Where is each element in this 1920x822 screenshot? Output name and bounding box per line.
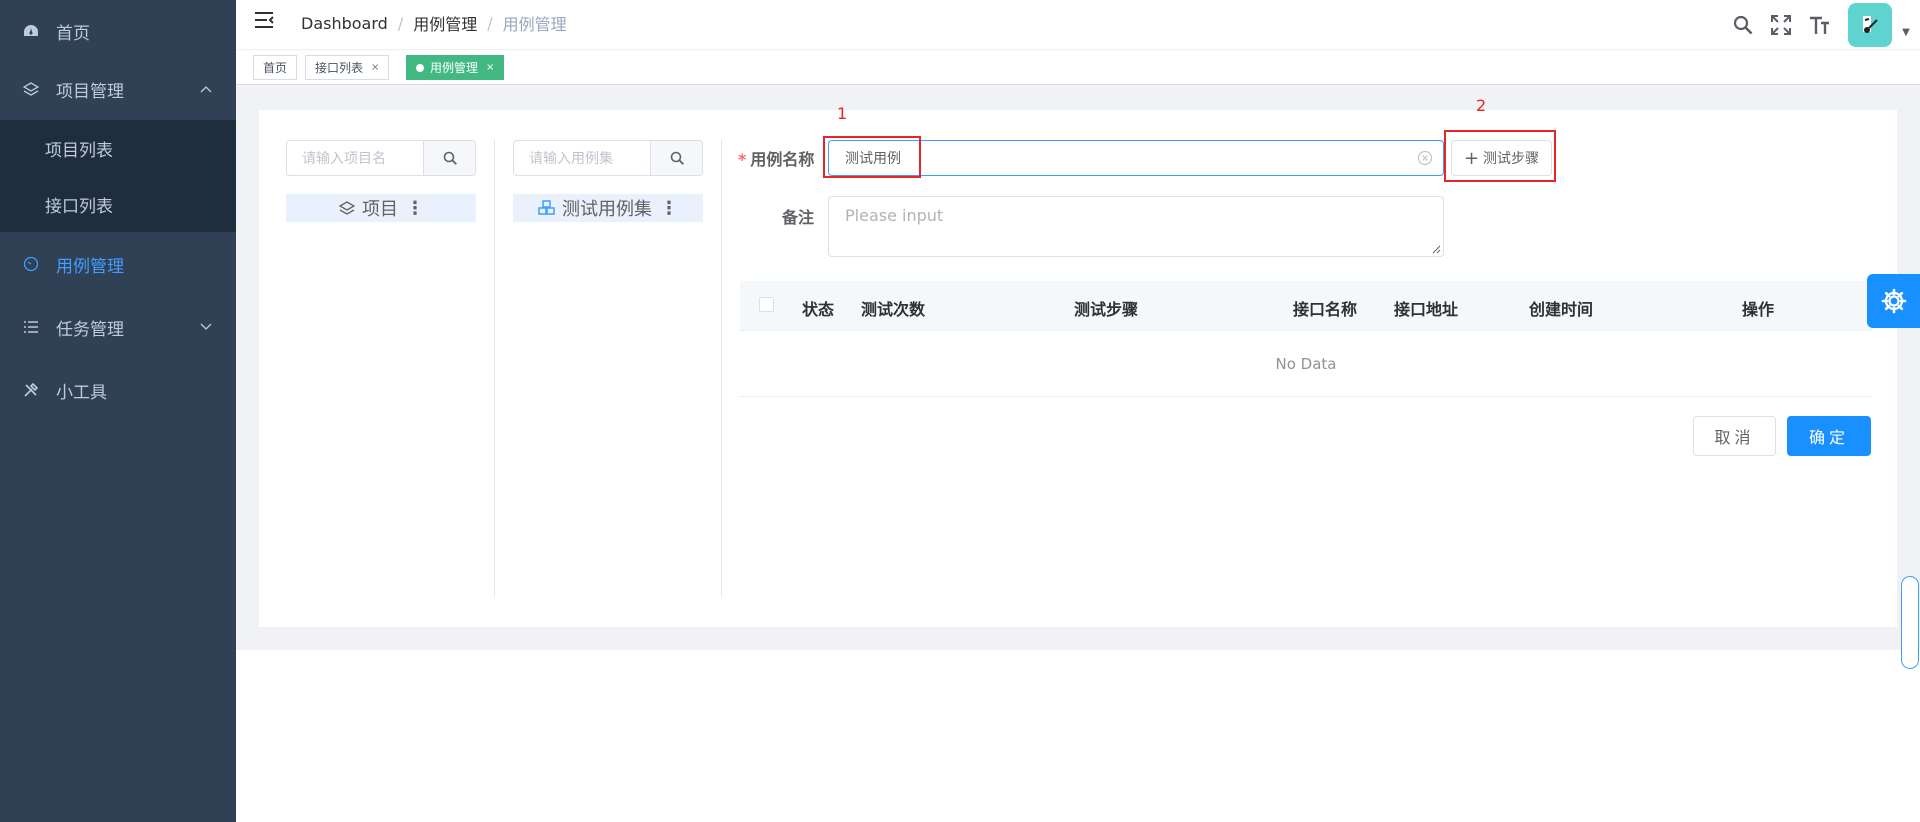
column-header: 状态 bbox=[802, 300, 835, 319]
clear-icon[interactable] bbox=[1417, 150, 1433, 166]
cancel-button[interactable]: 取消 bbox=[1693, 416, 1776, 456]
sidebar-item-label: 项目列表 bbox=[45, 140, 113, 161]
right-menu: ▼ bbox=[1724, 0, 1920, 50]
tree-node-label: 测试用例集 bbox=[562, 199, 652, 220]
table-empty: No Data bbox=[740, 331, 1872, 397]
sidebar-item-label: 小工具 bbox=[56, 382, 107, 403]
project-search-button[interactable] bbox=[423, 141, 475, 175]
more-icon[interactable]: ⋮ bbox=[660, 198, 678, 219]
column-header: 操作 bbox=[1742, 300, 1775, 319]
sidebar-item-label: 任务管理 bbox=[56, 319, 124, 340]
breadcrumb-item[interactable]: Dashboard bbox=[301, 14, 388, 33]
more-icon[interactable]: ⋮ bbox=[406, 198, 424, 219]
sidebar-item-tools[interactable]: 小工具 bbox=[0, 359, 236, 421]
gauge-icon bbox=[22, 255, 40, 273]
settings-button[interactable] bbox=[1867, 274, 1920, 328]
divider bbox=[494, 140, 495, 597]
close-icon[interactable]: × bbox=[486, 62, 494, 73]
sidebar-item-label: 项目管理 bbox=[56, 81, 124, 102]
required-mark: * bbox=[738, 150, 747, 169]
annotation-box-1 bbox=[823, 136, 921, 178]
tree-node-project[interactable]: 项目 ⋮ bbox=[286, 194, 476, 222]
sidebar-item-label: 首页 bbox=[56, 23, 90, 44]
column-header: 接口名称 bbox=[1293, 300, 1358, 319]
fullscreen-icon[interactable] bbox=[1762, 5, 1800, 45]
sidebar-item-case-management[interactable]: 用例管理 bbox=[0, 233, 236, 295]
search-icon[interactable] bbox=[1724, 5, 1762, 45]
font-size-icon[interactable] bbox=[1800, 5, 1838, 45]
case-name-label-text: 用例名称 bbox=[750, 150, 815, 169]
active-dot-icon bbox=[416, 63, 424, 72]
sidebar-item-label: 接口列表 bbox=[45, 196, 113, 217]
sidebar-item-project-list[interactable]: 项目列表 bbox=[0, 120, 236, 176]
list-icon bbox=[22, 318, 40, 336]
caseset-search-input[interactable]: 请输入用例集 bbox=[514, 141, 650, 175]
sidebar: 首页 项目管理 项目列表 接口列表 用例管理 任务管理 小工具 bbox=[0, 0, 236, 822]
gear-icon bbox=[1881, 288, 1906, 314]
sidebar-item-label: 用例管理 bbox=[56, 256, 124, 277]
column-header: 测试次数 bbox=[861, 300, 926, 319]
resize-grip-icon[interactable] bbox=[1431, 244, 1441, 254]
tag-home[interactable]: 首页 bbox=[253, 55, 298, 80]
cubes-icon bbox=[538, 200, 555, 215]
annotation-box-2 bbox=[1444, 130, 1556, 182]
tag-label: 用例管理 bbox=[430, 61, 479, 75]
breadcrumb-item: 用例管理 bbox=[502, 15, 567, 34]
chevron-up-icon bbox=[200, 82, 212, 96]
breadcrumb: Dashboard / 用例管理 / 用例管理 bbox=[301, 11, 567, 35]
tag-label: 接口列表 bbox=[315, 61, 364, 75]
avatar[interactable] bbox=[1848, 3, 1892, 47]
navbar: Dashboard / 用例管理 / 用例管理 ▼ bbox=[236, 0, 1920, 50]
caret-down-icon[interactable]: ▼ bbox=[1892, 13, 1920, 38]
case-name-label: * 用例名称 bbox=[738, 146, 814, 170]
tools-icon bbox=[22, 381, 40, 399]
remark-textarea[interactable]: Please input bbox=[828, 196, 1444, 257]
tree-node-label: 项目 bbox=[362, 199, 398, 220]
project-search-input[interactable]: 请输入项目名 bbox=[287, 141, 423, 175]
chevron-down-icon bbox=[200, 320, 212, 334]
layers-icon bbox=[338, 201, 356, 215]
sidebar-item-home[interactable]: 首页 bbox=[0, 0, 236, 62]
sidebar-item-api-list[interactable]: 接口列表 bbox=[0, 176, 236, 232]
close-icon[interactable]: × bbox=[371, 62, 379, 73]
dashboard-icon bbox=[22, 22, 40, 40]
tag-case-management[interactable]: 用例管理 × bbox=[406, 55, 505, 80]
breadcrumb-separator: / bbox=[397, 13, 404, 33]
remark-placeholder: Please input bbox=[845, 206, 944, 225]
tags-view: 首页 接口列表 × 用例管理 × bbox=[236, 51, 1920, 85]
search-icon bbox=[443, 151, 457, 165]
column-header: 接口地址 bbox=[1394, 300, 1459, 319]
tag-label: 首页 bbox=[263, 61, 288, 75]
select-all-checkbox[interactable] bbox=[759, 297, 774, 312]
annotation-number-2: 2 bbox=[1476, 96, 1487, 115]
column-header: 创建时间 bbox=[1529, 300, 1594, 319]
layers-icon bbox=[22, 80, 40, 98]
column-header: 测试步骤 bbox=[1074, 300, 1139, 319]
caseset-search-button[interactable] bbox=[650, 141, 702, 175]
sidebar-item-project-management[interactable]: 项目管理 bbox=[0, 58, 236, 120]
annotation-number-1: 1 bbox=[837, 104, 848, 123]
table-header: 状态 测试次数 测试步骤 接口名称 接口地址 创建时间 操作 bbox=[740, 281, 1872, 331]
breadcrumb-item[interactable]: 用例管理 bbox=[413, 11, 477, 35]
breadcrumb-separator: / bbox=[487, 13, 493, 33]
caseset-search: 请输入用例集 bbox=[513, 140, 703, 176]
tree-node-caseset[interactable]: 测试用例集 ⋮ bbox=[513, 194, 703, 222]
submenu: 项目列表 接口列表 bbox=[0, 120, 236, 232]
scrollbar[interactable] bbox=[1901, 576, 1919, 669]
confirm-button[interactable]: 确定 bbox=[1787, 416, 1871, 456]
search-icon bbox=[670, 151, 684, 165]
sidebar-item-task-management[interactable]: 任务管理 bbox=[0, 296, 236, 358]
tag-api-list[interactable]: 接口列表 × bbox=[305, 55, 390, 80]
divider bbox=[721, 140, 722, 597]
remark-label: 备注 bbox=[782, 208, 815, 227]
project-search: 请输入项目名 bbox=[286, 140, 476, 176]
hamburger-icon[interactable] bbox=[254, 10, 274, 30]
